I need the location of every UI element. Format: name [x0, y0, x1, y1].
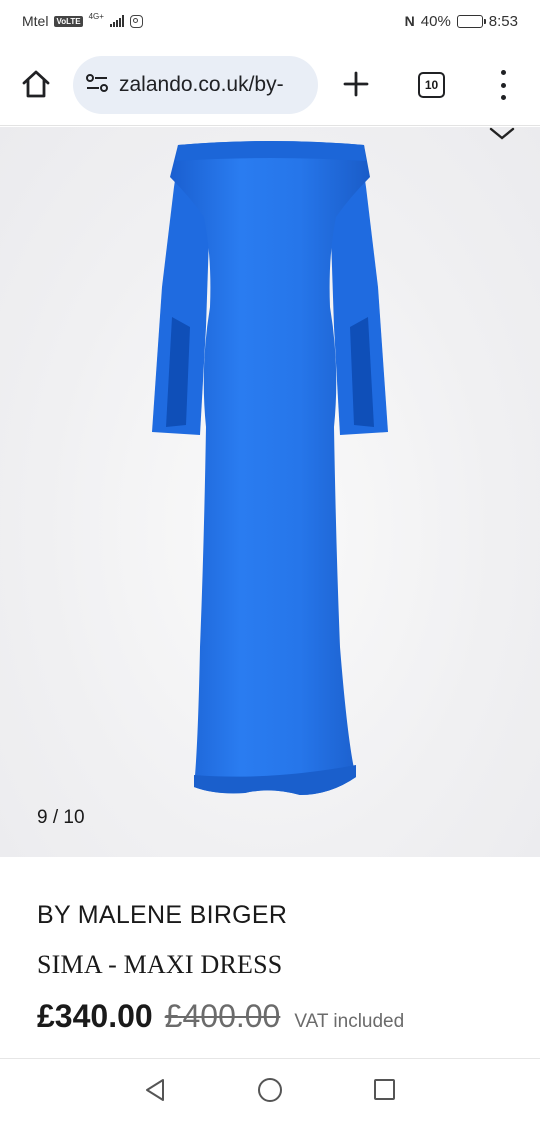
- network-type: 4G+: [88, 11, 104, 21]
- status-bar: Mtel VoLTE 4G+ N 40% 8:53: [0, 0, 540, 42]
- signal-icon: [109, 15, 124, 27]
- back-icon[interactable]: [143, 1077, 167, 1103]
- carrier-label: Mtel: [22, 13, 49, 29]
- instagram-icon: [129, 14, 143, 28]
- nfc-icon: N: [404, 13, 415, 29]
- status-right: N 40% 8:53: [405, 13, 518, 30]
- battery-icon: [456, 14, 486, 28]
- home-icon[interactable]: [20, 68, 52, 100]
- clock: 8:53: [488, 12, 518, 30]
- dress-image: [152, 141, 388, 795]
- home-circle-icon[interactable]: [258, 1078, 282, 1102]
- overflow-menu-icon[interactable]: [497, 70, 509, 100]
- image-counter: 9 / 10: [37, 807, 85, 828]
- volte-badge: VoLTE: [54, 15, 83, 27]
- tab-switcher-icon[interactable]: 10: [418, 72, 445, 98]
- status-left: Mtel VoLTE 4G+: [22, 11, 143, 29]
- tab-count: 10: [424, 78, 439, 92]
- price-row: £340.00 £400.00 VAT included: [37, 998, 404, 1035]
- original-price: £400.00: [164, 998, 281, 1034]
- product-name: SIMA - MAXI DRESS: [37, 950, 283, 979]
- url-text[interactable]: zalando.co.uk/by-: [119, 73, 309, 97]
- new-tab-icon[interactable]: [342, 70, 370, 98]
- product-info: BY MALENE BIRGER SIMA - MAXI DRESS £340.…: [0, 857, 540, 1059]
- battery-percent: 40%: [420, 12, 451, 30]
- recents-icon[interactable]: [374, 1079, 395, 1100]
- vat-note: VAT included: [294, 1011, 405, 1032]
- brand-name[interactable]: BY MALENE BIRGER: [37, 901, 287, 930]
- site-info-icon[interactable]: [85, 72, 109, 99]
- address-bar[interactable]: zalando.co.uk/by-: [73, 56, 318, 114]
- browser-toolbar: zalando.co.uk/by- 10: [0, 42, 540, 126]
- current-price: £340.00: [37, 998, 153, 1034]
- product-image-gallery[interactable]: 9 / 10: [0, 127, 540, 857]
- system-nav-bar: [0, 1060, 540, 1122]
